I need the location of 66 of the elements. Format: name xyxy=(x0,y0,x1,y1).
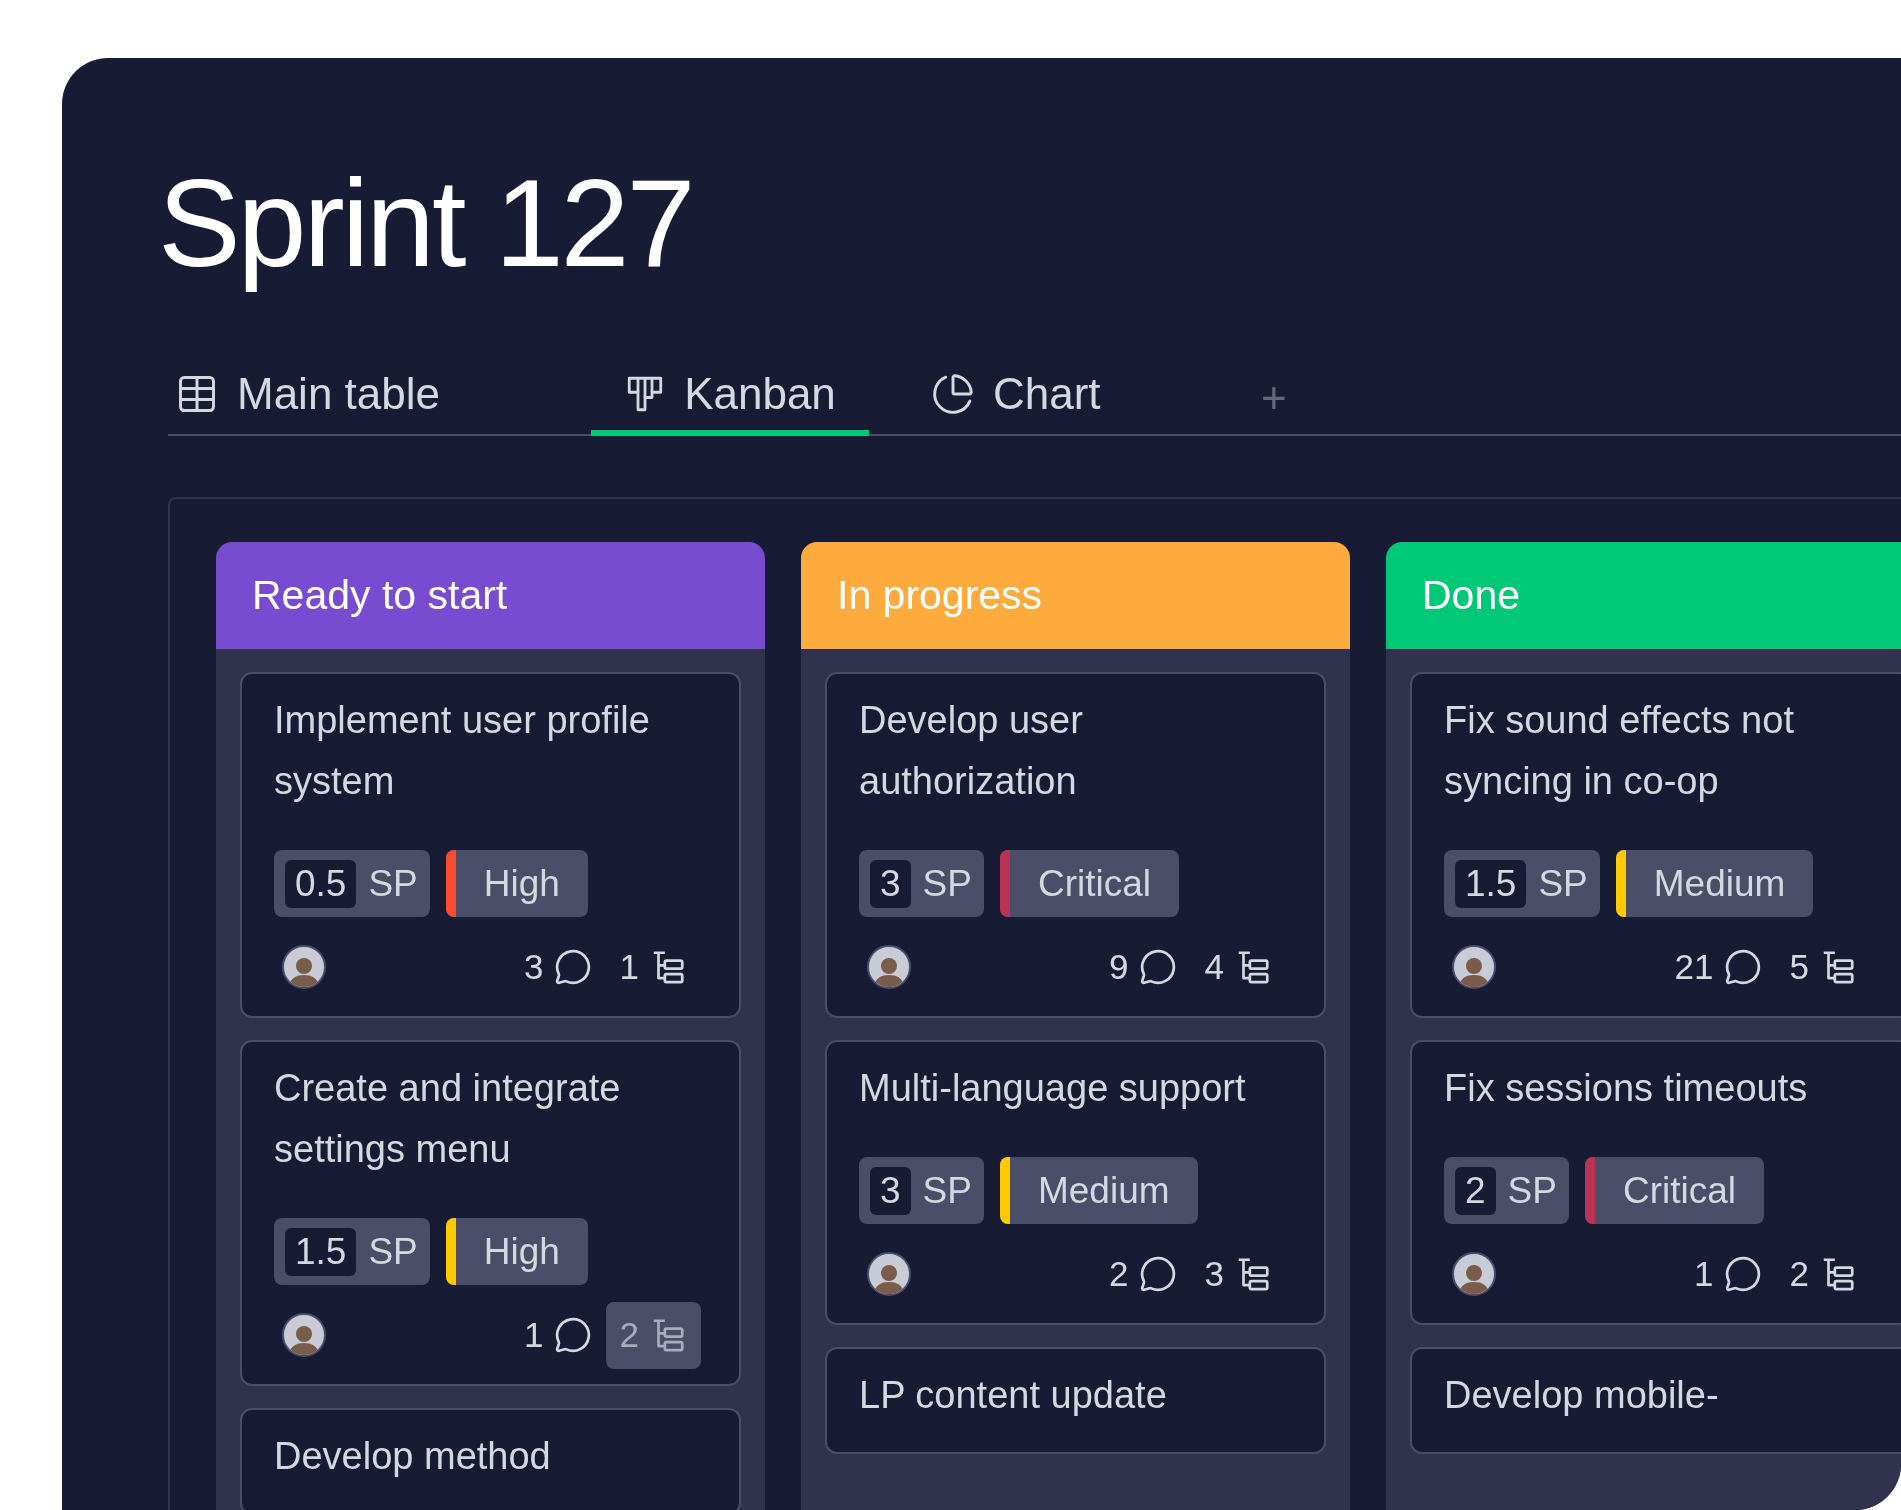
card-title: Implement user profile system xyxy=(274,698,651,804)
subitems-toggle[interactable]: 2 xyxy=(1775,1240,1871,1308)
task-card[interactable]: Create and integrate settings menu 1.5 SP High 1 2 xyxy=(240,1040,741,1386)
priority-label: Medium xyxy=(1652,861,1787,906)
points-value: 3 xyxy=(870,1166,911,1215)
priority-label: High xyxy=(482,861,561,906)
points-value: 1.5 xyxy=(285,1227,357,1276)
task-card[interactable]: Multi-language support 3 SP Medium 2 3 xyxy=(825,1040,1326,1325)
points-unit: SP xyxy=(922,861,972,906)
subitems-toggle[interactable]: 2 xyxy=(605,1301,701,1369)
comment-icon xyxy=(553,948,592,986)
subitems-toggle[interactable]: 4 xyxy=(1190,933,1286,1001)
comment-icon xyxy=(1723,948,1762,986)
card-title: Create and integrate settings menu xyxy=(274,1066,622,1172)
comment-icon xyxy=(1723,1255,1762,1293)
avatar-icon xyxy=(1452,1252,1496,1296)
card-title: Fix sound effects not syncing in co-op xyxy=(1444,698,1795,804)
avatar-icon xyxy=(867,1252,911,1296)
task-card[interactable]: Develop mobile- xyxy=(1410,1347,1901,1454)
comment-count: 2 xyxy=(1109,1252,1129,1295)
view-tab[interactable]: Main table xyxy=(175,358,475,436)
card-title: Develop mobile- xyxy=(1444,1373,1720,1418)
task-card[interactable]: LP content update xyxy=(825,1347,1326,1454)
task-card[interactable]: Implement user profile system 0.5 SP High 3 1 xyxy=(240,672,741,1018)
comment-count: 9 xyxy=(1109,945,1129,988)
avatar-icon xyxy=(1452,945,1496,989)
task-card[interactable]: Develop method xyxy=(240,1408,741,1510)
points-unit: SP xyxy=(1507,1168,1557,1213)
points-value: 1.5 xyxy=(1455,859,1527,908)
avatar-icon xyxy=(282,1313,326,1357)
task-card[interactable]: Fix sessions timeouts 2 SP Critical 1 2 xyxy=(1410,1040,1901,1325)
subitems-toggle[interactable]: 5 xyxy=(1775,933,1871,1001)
card-title: Develop user authorization xyxy=(859,698,1084,804)
view-tab[interactable]: Kanban xyxy=(591,358,869,436)
subitems-toggle[interactable]: 3 xyxy=(1190,1240,1286,1308)
priority-label: Critical xyxy=(1036,861,1152,906)
points-value: 3 xyxy=(870,859,911,908)
column-header[interactable]: Ready to start xyxy=(216,542,765,649)
points-unit: SP xyxy=(368,1229,418,1274)
pie-chart-icon xyxy=(931,372,975,416)
comment-icon xyxy=(1138,948,1177,986)
points-unit: SP xyxy=(1538,861,1588,906)
card-title: LP content update xyxy=(859,1373,1168,1418)
task-card[interactable]: Fix sound effects not syncing in co-op 1.5 SP Medium 21 5 xyxy=(1410,672,1901,1018)
priority-label: Critical xyxy=(1621,1168,1737,1213)
subitems-toggle[interactable]: 1 xyxy=(605,933,701,1001)
points-unit: SP xyxy=(368,861,418,906)
card-title: Fix sessions timeouts xyxy=(1444,1066,1809,1111)
comment-count: 21 xyxy=(1674,945,1714,988)
comment-count: 1 xyxy=(524,1313,544,1356)
comment-icon xyxy=(553,1316,592,1354)
points-unit: SP xyxy=(922,1168,972,1213)
priority-label: Medium xyxy=(1036,1168,1171,1213)
points-value: 2 xyxy=(1455,1166,1496,1215)
card-title: Develop method xyxy=(274,1434,552,1479)
board-title: Sprint 127 xyxy=(158,153,694,294)
comment-icon xyxy=(1138,1255,1177,1293)
comment-count: 3 xyxy=(524,945,544,988)
points-value: 0.5 xyxy=(285,859,357,908)
card-title: Multi-language support xyxy=(859,1066,1247,1111)
comment-count: 1 xyxy=(1694,1252,1714,1295)
task-card[interactable]: Develop user authorization 3 SP Critical 9 4 xyxy=(825,672,1326,1018)
avatar-icon xyxy=(282,945,326,989)
priority-label: High xyxy=(482,1229,561,1274)
view-tab[interactable]: Chart xyxy=(931,358,1131,436)
avatar-icon xyxy=(867,945,911,989)
